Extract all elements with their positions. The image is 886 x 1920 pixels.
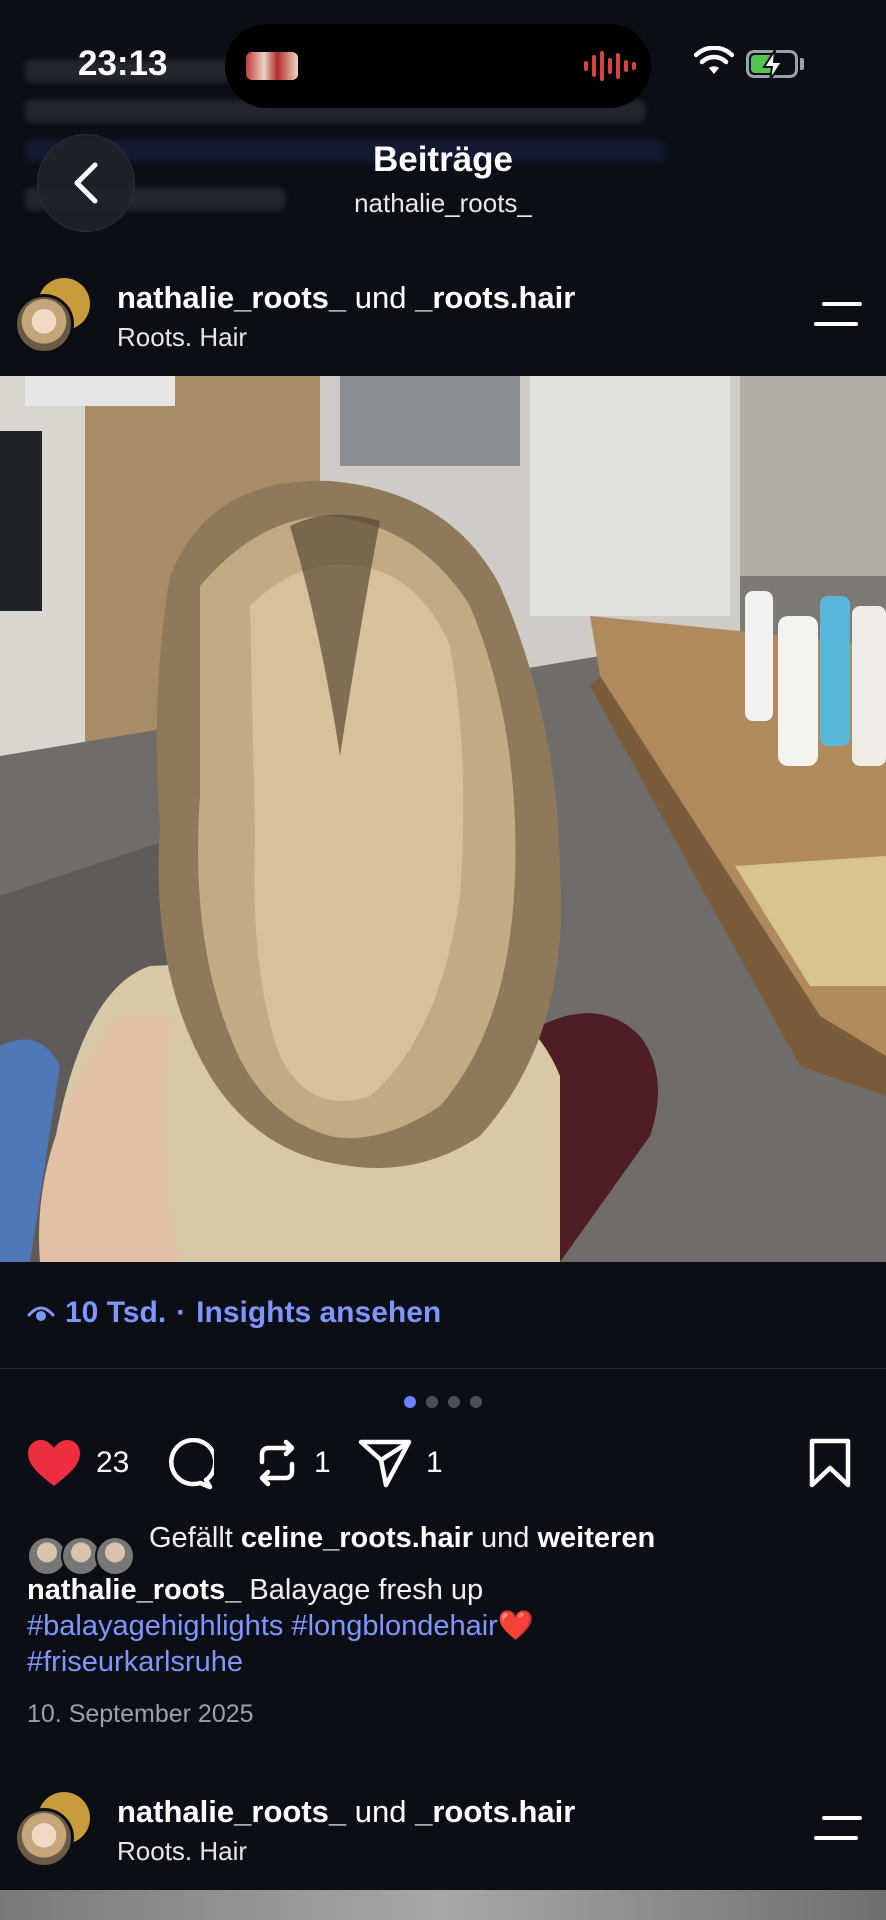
divider: [0, 1368, 886, 1369]
post-photo[interactable]: [0, 1890, 886, 1920]
post-menu-icon[interactable]: [814, 300, 862, 330]
separator-dot: ·: [176, 1296, 187, 1329]
author-joiner: und: [354, 1794, 407, 1829]
author-joiner: und: [354, 280, 407, 315]
battery-cap: [800, 58, 804, 70]
reposts-count[interactable]: 1: [314, 1446, 331, 1480]
post-location[interactable]: Roots. Hair: [117, 322, 247, 353]
carousel-dot[interactable]: [448, 1396, 460, 1408]
share-action[interactable]: 1: [358, 1438, 443, 1488]
insights-link[interactable]: Insights ansehen: [196, 1296, 441, 1330]
liked-by-others[interactable]: weiteren: [538, 1522, 656, 1554]
collab-username[interactable]: _roots.hair: [415, 280, 575, 315]
repost-action[interactable]: 1: [254, 1438, 331, 1488]
salon-photo-illustration: [0, 376, 886, 1262]
repost-icon[interactable]: [254, 1438, 300, 1488]
now-playing-thumbnail: [246, 52, 298, 80]
liked-by-username[interactable]: celine_roots.hair: [241, 1522, 473, 1554]
liked-by-avatars[interactable]: [27, 1536, 147, 1576]
post-author-line[interactable]: nathalie_roots_ und _roots.hair: [117, 1794, 575, 1830]
comment-action[interactable]: [162, 1438, 214, 1490]
avatar[interactable]: [14, 1792, 90, 1868]
avatar[interactable]: [14, 278, 90, 354]
liked-by-prefix: Gefällt: [149, 1522, 233, 1554]
page-subtitle[interactable]: nathalie_roots_: [0, 188, 886, 219]
carousel-indicator: [0, 1396, 886, 1408]
post-photo[interactable]: [0, 376, 886, 1262]
liked-by-mid: und: [481, 1522, 530, 1554]
post-menu-icon[interactable]: [814, 1814, 862, 1844]
heart-emoji: ❤️: [497, 1610, 534, 1642]
carousel-dot[interactable]: [426, 1396, 438, 1408]
user-avatar: [14, 1808, 74, 1868]
post-location[interactable]: Roots. Hair: [117, 1836, 247, 1867]
page-title: Beiträge: [372, 140, 514, 179]
likes-count[interactable]: 23: [96, 1446, 129, 1480]
author-username[interactable]: nathalie_roots_: [117, 1794, 346, 1829]
hashtag-link[interactable]: #friseurkarlsruhe: [27, 1646, 243, 1678]
shares-count[interactable]: 1: [426, 1446, 443, 1480]
charging-bolt-icon: [762, 49, 784, 81]
comment-icon[interactable]: [162, 1438, 214, 1490]
liker-avatar: [95, 1536, 135, 1576]
audio-wave-icon: [584, 50, 636, 82]
hashtag-link[interactable]: #longblondehair: [291, 1610, 497, 1642]
bookmark-icon[interactable]: [808, 1438, 852, 1488]
wifi-icon: [694, 46, 734, 74]
caption-text: Balayage fresh up: [249, 1574, 484, 1606]
heart-filled-icon[interactable]: [26, 1438, 82, 1488]
status-time: 23:13: [78, 44, 168, 83]
post-caption: nathalie_roots_ Balayage fresh up #balay…: [27, 1572, 867, 1680]
insights-row[interactable]: 10 Tsd. · Insights ansehen: [27, 1296, 441, 1330]
author-username[interactable]: nathalie_roots_: [117, 280, 346, 315]
eye-icon: [27, 1306, 55, 1321]
views-count: 10 Tsd.: [65, 1296, 167, 1329]
caption-username[interactable]: nathalie_roots_: [27, 1574, 241, 1606]
hashtag-link[interactable]: #balayagehighlights: [27, 1610, 283, 1642]
liked-by-text[interactable]: Gefällt celine_roots.hair und weiteren: [149, 1522, 655, 1555]
post-author-line[interactable]: nathalie_roots_ und _roots.hair: [117, 280, 575, 316]
carousel-dot[interactable]: [404, 1396, 416, 1408]
like-action[interactable]: 23: [26, 1438, 129, 1488]
post-date: 10. September 2025: [27, 1700, 254, 1728]
collab-username[interactable]: _roots.hair: [415, 1794, 575, 1829]
send-icon[interactable]: [358, 1438, 412, 1488]
carousel-dot[interactable]: [470, 1396, 482, 1408]
user-avatar: [14, 294, 74, 354]
